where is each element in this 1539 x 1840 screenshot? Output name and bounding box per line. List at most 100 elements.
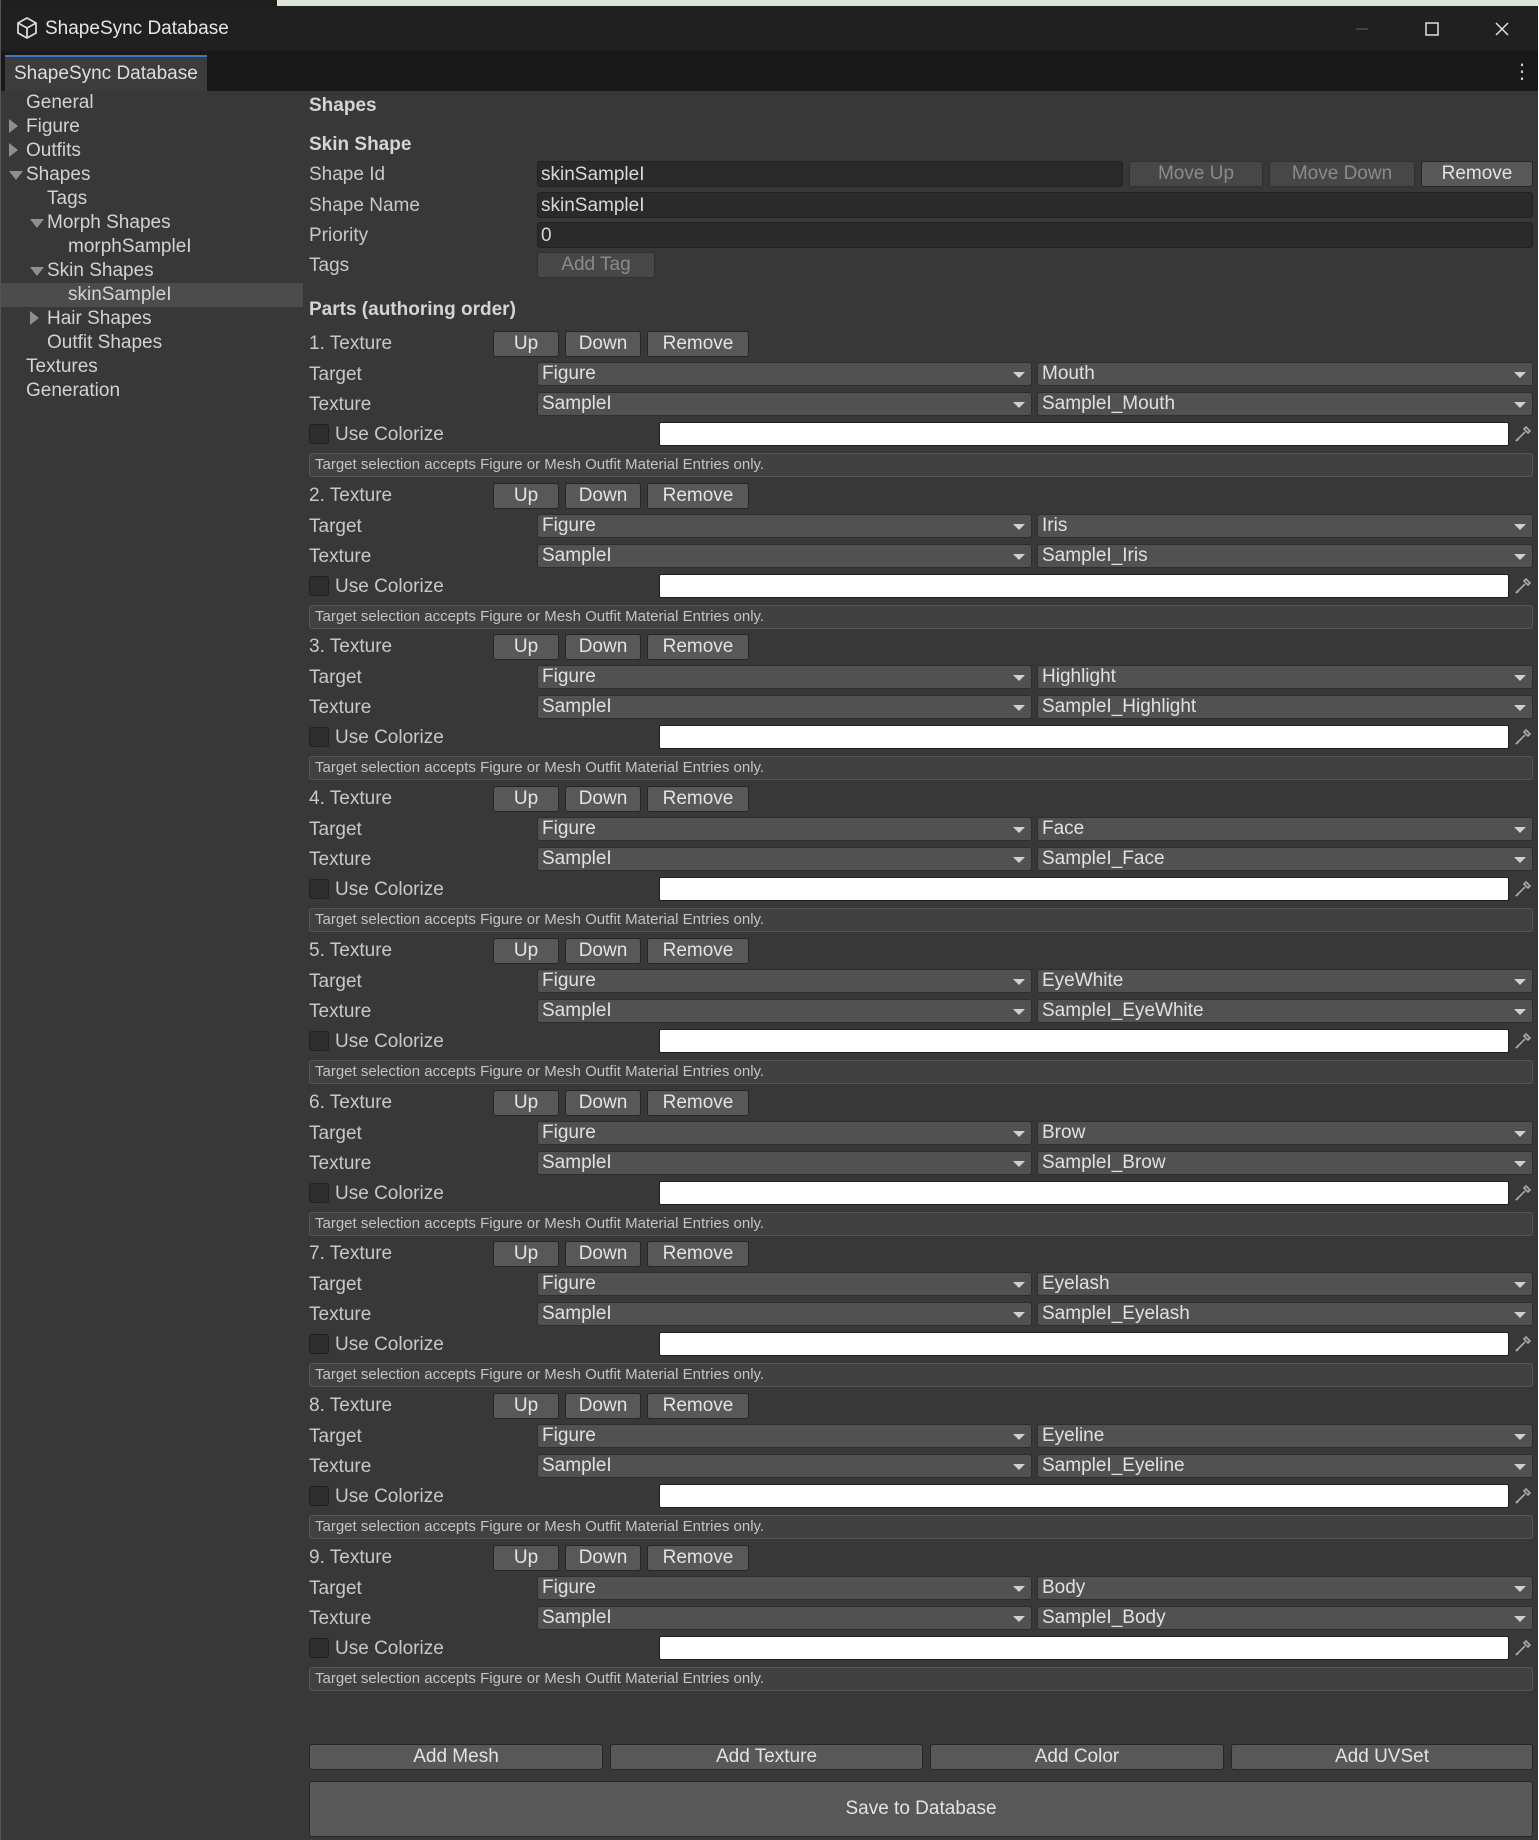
part-down-button[interactable]: Down <box>565 938 641 964</box>
part-down-button[interactable]: Down <box>565 483 641 509</box>
eyedropper-icon[interactable] <box>1513 727 1533 747</box>
eyedropper-icon[interactable] <box>1513 1183 1533 1203</box>
target-source-dropdown[interactable]: Figure <box>537 817 1032 841</box>
use-colorize-checkbox[interactable] <box>309 879 329 899</box>
use-colorize-checkbox[interactable] <box>309 1031 329 1051</box>
remove-shape-button[interactable]: Remove <box>1421 161 1533 187</box>
part-down-button[interactable]: Down <box>565 331 641 357</box>
target-source-dropdown[interactable]: Figure <box>537 1121 1032 1145</box>
more-options-icon[interactable]: ⋮ <box>1512 59 1532 84</box>
sidebar-item-general[interactable]: General <box>1 91 303 115</box>
colorize-color-field[interactable] <box>659 725 1509 749</box>
part-remove-button[interactable]: Remove <box>647 1393 749 1419</box>
add-uvset-button[interactable]: Add UVSet <box>1231 1744 1533 1770</box>
sidebar-item-shapes[interactable]: Shapes <box>1 163 303 187</box>
eyedropper-icon[interactable] <box>1513 879 1533 899</box>
part-remove-button[interactable]: Remove <box>647 786 749 812</box>
colorize-color-field[interactable] <box>659 1484 1509 1508</box>
priority-input[interactable]: 0 <box>537 222 1533 248</box>
part-remove-button[interactable]: Remove <box>647 634 749 660</box>
add-mesh-button[interactable]: Add Mesh <box>309 1744 603 1770</box>
colorize-color-field[interactable] <box>659 1332 1509 1356</box>
sidebar-item-textures[interactable]: Textures <box>1 355 303 379</box>
texture-entry-dropdown[interactable]: SampleI_Face <box>1037 847 1533 871</box>
target-source-dropdown[interactable]: Figure <box>537 1424 1032 1448</box>
eyedropper-icon[interactable] <box>1513 1486 1533 1506</box>
sidebar-item-morphsamplei[interactable]: morphSampleI <box>1 235 303 259</box>
texture-entry-dropdown[interactable]: SampleI_Eyelash <box>1037 1302 1533 1326</box>
sidebar-item-generation[interactable]: Generation <box>1 379 303 403</box>
part-up-button[interactable]: Up <box>493 938 559 964</box>
part-up-button[interactable]: Up <box>493 483 559 509</box>
shape-id-input[interactable]: skinSampleI <box>537 161 1123 187</box>
use-colorize-checkbox[interactable] <box>309 424 329 444</box>
sidebar-item-tags[interactable]: Tags <box>1 187 303 211</box>
shape-name-input[interactable]: skinSampleI <box>537 192 1533 218</box>
eyedropper-icon[interactable] <box>1513 424 1533 444</box>
texture-source-dropdown[interactable]: SampleI <box>537 1151 1032 1175</box>
part-remove-button[interactable]: Remove <box>647 1241 749 1267</box>
use-colorize-checkbox[interactable] <box>309 1486 329 1506</box>
texture-source-dropdown[interactable]: SampleI <box>537 1454 1032 1478</box>
target-entry-dropdown[interactable]: Mouth <box>1037 362 1533 386</box>
colorize-color-field[interactable] <box>659 877 1509 901</box>
part-remove-button[interactable]: Remove <box>647 1545 749 1571</box>
sidebar-item-hair-shapes[interactable]: Hair Shapes <box>1 307 303 331</box>
texture-source-dropdown[interactable]: SampleI <box>537 695 1032 719</box>
target-entry-dropdown[interactable]: Highlight <box>1037 665 1533 689</box>
part-down-button[interactable]: Down <box>565 1090 641 1116</box>
add-color-button[interactable]: Add Color <box>930 1744 1224 1770</box>
expanded-arrow-icon[interactable] <box>30 219 44 228</box>
close-button[interactable] <box>1471 6 1533 51</box>
texture-entry-dropdown[interactable]: SampleI_Eyeline <box>1037 1454 1533 1478</box>
target-entry-dropdown[interactable]: Eyeline <box>1037 1424 1533 1448</box>
target-source-dropdown[interactable]: Figure <box>537 1576 1032 1600</box>
part-up-button[interactable]: Up <box>493 1090 559 1116</box>
texture-entry-dropdown[interactable]: SampleI_Mouth <box>1037 392 1533 416</box>
part-down-button[interactable]: Down <box>565 1241 641 1267</box>
part-remove-button[interactable]: Remove <box>647 331 749 357</box>
target-source-dropdown[interactable]: Figure <box>537 665 1032 689</box>
texture-source-dropdown[interactable]: SampleI <box>537 544 1032 568</box>
part-down-button[interactable]: Down <box>565 1393 641 1419</box>
colorize-color-field[interactable] <box>659 574 1509 598</box>
part-up-button[interactable]: Up <box>493 634 559 660</box>
texture-source-dropdown[interactable]: SampleI <box>537 1606 1032 1630</box>
target-entry-dropdown[interactable]: EyeWhite <box>1037 969 1533 993</box>
target-entry-dropdown[interactable]: Body <box>1037 1576 1533 1600</box>
texture-source-dropdown[interactable]: SampleI <box>537 1302 1032 1326</box>
part-down-button[interactable]: Down <box>565 634 641 660</box>
part-up-button[interactable]: Up <box>493 786 559 812</box>
use-colorize-checkbox[interactable] <box>309 1638 329 1658</box>
part-remove-button[interactable]: Remove <box>647 483 749 509</box>
target-source-dropdown[interactable]: Figure <box>537 1272 1032 1296</box>
tab-shapesync-database[interactable]: ShapeSync Database <box>5 55 207 91</box>
eyedropper-icon[interactable] <box>1513 576 1533 596</box>
sidebar-item-skinsamplei[interactable]: skinSampleI <box>1 283 303 307</box>
minimize-button[interactable] <box>1331 6 1393 51</box>
texture-entry-dropdown[interactable]: SampleI_EyeWhite <box>1037 999 1533 1023</box>
maximize-button[interactable] <box>1401 6 1463 51</box>
target-source-dropdown[interactable]: Figure <box>537 514 1032 538</box>
add-texture-button[interactable]: Add Texture <box>610 1744 923 1770</box>
expanded-arrow-icon[interactable] <box>30 267 44 276</box>
texture-entry-dropdown[interactable]: SampleI_Iris <box>1037 544 1533 568</box>
eyedropper-icon[interactable] <box>1513 1638 1533 1658</box>
use-colorize-checkbox[interactable] <box>309 1183 329 1203</box>
part-down-button[interactable]: Down <box>565 1545 641 1571</box>
collapsed-arrow-icon[interactable] <box>9 143 18 157</box>
collapsed-arrow-icon[interactable] <box>30 311 39 325</box>
sidebar-item-morph-shapes[interactable]: Morph Shapes <box>1 211 303 235</box>
sidebar-item-figure[interactable]: Figure <box>1 115 303 139</box>
target-entry-dropdown[interactable]: Face <box>1037 817 1533 841</box>
eyedropper-icon[interactable] <box>1513 1334 1533 1354</box>
part-remove-button[interactable]: Remove <box>647 1090 749 1116</box>
target-entry-dropdown[interactable]: Brow <box>1037 1121 1533 1145</box>
sidebar-item-skin-shapes[interactable]: Skin Shapes <box>1 259 303 283</box>
eyedropper-icon[interactable] <box>1513 1031 1533 1051</box>
colorize-color-field[interactable] <box>659 1181 1509 1205</box>
target-source-dropdown[interactable]: Figure <box>537 362 1032 386</box>
sidebar-item-outfits[interactable]: Outfits <box>1 139 303 163</box>
texture-entry-dropdown[interactable]: SampleI_Body <box>1037 1606 1533 1630</box>
expanded-arrow-icon[interactable] <box>9 171 23 180</box>
